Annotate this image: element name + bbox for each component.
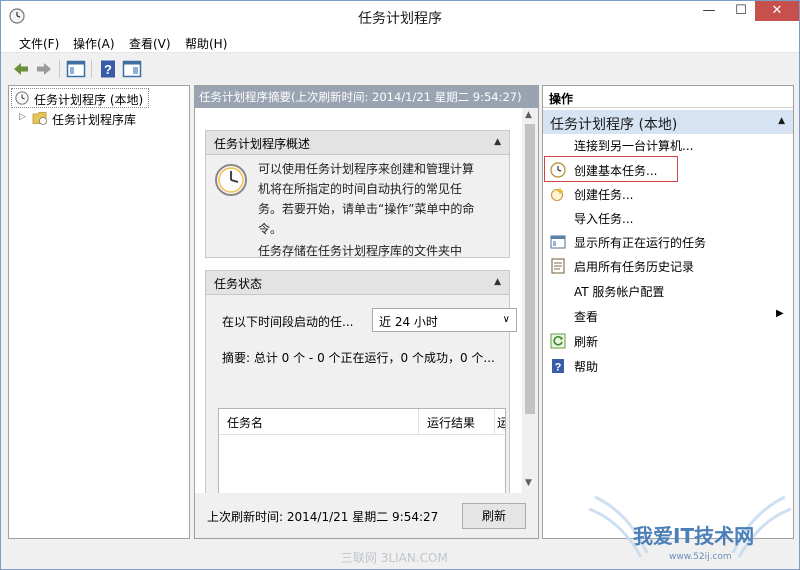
action-label: 启用所有任务历史记录 <box>574 260 695 274</box>
close-button[interactable]: ✕ <box>755 1 799 21</box>
tree-item-library[interactable]: ▷ 任务计划程序库 <box>19 109 179 129</box>
actions-pane: 操作 任务计划程序 (本地) ▲ 连接到另一台计算机... 创建基本任务... … <box>542 85 794 539</box>
summary-footer: 上次刷新时间: 2014/1/21 星期二 9:54:27 刷新 <box>195 493 538 538</box>
svg-text:?: ? <box>555 362 562 374</box>
clock-icon <box>215 164 247 196</box>
task-table: 任务名 运行结果 运 <box>218 408 506 500</box>
status-summary: 摘要: 总计 0 个 - 0 个正在运行，0 个成功，0 个... <box>222 351 495 365</box>
help-icon: ? <box>552 359 564 374</box>
action-import-task[interactable]: 导入任务... <box>543 206 793 230</box>
summary-body: 任务计划程序概述 ▲ 可以使用任务计划程序来创建和管理计算机将在所指定的时间自动… <box>195 108 522 500</box>
watermark-logo: 我爱IT技术网 www.52ij.com <box>588 495 792 562</box>
action-label: 刷新 <box>574 335 599 349</box>
back-arrow-icon[interactable] <box>11 59 31 79</box>
collapse-arrow-icon[interactable]: ▲ <box>778 116 785 126</box>
action-label: 帮助 <box>574 360 599 374</box>
watermark-logo-url: www.52ij.com <box>669 552 732 562</box>
new-task-icon <box>550 187 564 202</box>
menu-bar: 文件(F) 操作(A) 查看(V) 帮助(H) <box>1 31 799 53</box>
submenu-arrow-icon: ▶ <box>776 308 784 319</box>
summary-pane: 任务计划程序摘要(上次刷新时间: 2014/1/21 星期二 9:54:27) … <box>194 85 539 539</box>
overview-section: 任务计划程序概述 ▲ 可以使用任务计划程序来创建和管理计算机将在所指定的时间自动… <box>205 130 510 258</box>
clock-icon <box>15 91 29 105</box>
action-create-task[interactable]: 创建任务... <box>543 182 793 206</box>
history-log-icon <box>551 258 565 274</box>
status-section: 任务状态 ▲ 在以下时间段启动的任... 近 24 小时 ∨ 摘要: 总计 0 … <box>205 270 517 500</box>
minimize-button[interactable]: — <box>693 1 725 21</box>
action-enable-history[interactable]: 启用所有任务历史记录 <box>543 254 793 278</box>
scroll-thumb[interactable] <box>525 124 535 414</box>
summary-header: 任务计划程序摘要(上次刷新时间: 2014/1/21 星期二 9:54:27) <box>195 86 538 108</box>
actions-group-title: 任务计划程序 (本地) <box>550 117 678 133</box>
tree-item-root-label: 任务计划程序 (本地) <box>34 93 144 107</box>
maximize-button[interactable]: ☐ <box>725 1 757 21</box>
overview-text-more: 任务存储在任务计划程序库的文件夹中 <box>258 244 463 258</box>
action-label: 连接到另一台计算机... <box>574 139 694 153</box>
action-view-submenu[interactable]: 查看 ▶ <box>543 304 793 328</box>
scroll-down-icon[interactable]: ▼ <box>525 478 532 488</box>
action-label: AT 服务帐户配置 <box>574 285 665 299</box>
overview-header[interactable]: 任务计划程序概述 ▲ <box>206 131 509 155</box>
help-icon[interactable]: ? <box>98 59 118 79</box>
time-filter-select[interactable]: 近 24 小时 ∨ <box>372 308 517 332</box>
time-filter-value: 近 24 小时 <box>379 315 438 329</box>
forward-arrow-icon[interactable] <box>34 59 54 79</box>
show-tree-icon[interactable] <box>66 59 86 79</box>
status-header[interactable]: 任务状态 ▲ <box>206 271 509 295</box>
overview-title: 任务计划程序概述 <box>214 137 311 151</box>
column-run-result[interactable]: 运行结果 <box>419 409 495 435</box>
action-connect-computer[interactable]: 连接到另一台计算机... <box>543 133 793 157</box>
menu-view[interactable]: 查看(V) <box>129 35 171 52</box>
menu-action[interactable]: 操作(A) <box>73 35 115 52</box>
chevron-down-icon: ∨ <box>502 314 510 325</box>
refresh-icon <box>550 333 566 349</box>
menu-file[interactable]: 文件(F) <box>19 35 59 52</box>
svg-text:?: ? <box>104 62 112 77</box>
time-filter-label: 在以下时间段启动的任... <box>222 315 354 329</box>
toolbar: ? <box>1 54 799 84</box>
actions-group-header[interactable]: 任务计划程序 (本地) ▲ <box>543 110 793 134</box>
action-show-running[interactable]: 显示所有正在运行的任务 <box>543 230 793 254</box>
overview-text: 可以使用任务计划程序来创建和管理计算机将在所指定的时间自动执行的常见任务。若要开… <box>258 162 475 236</box>
status-title: 任务状态 <box>214 277 263 291</box>
action-refresh[interactable]: 刷新 <box>543 329 793 353</box>
refresh-button[interactable]: 刷新 <box>462 503 526 529</box>
highlight-box <box>544 156 678 182</box>
action-label: 导入任务... <box>574 212 634 226</box>
column-truncated[interactable]: 运 <box>495 409 505 435</box>
action-label: 显示所有正在运行的任务 <box>574 236 707 250</box>
main-window: 任务计划程序 — ☐ ✕ 文件(F) 操作(A) 查看(V) 帮助(H) ? 任… <box>0 0 800 570</box>
window-title: 任务计划程序 <box>358 11 442 27</box>
toolbar-separator <box>91 60 92 78</box>
action-label: 创建任务... <box>574 188 634 202</box>
action-at-service-config[interactable]: AT 服务帐户配置 <box>543 279 793 303</box>
scroll-up-icon[interactable]: ▲ <box>525 110 532 120</box>
title-bar: 任务计划程序 — ☐ ✕ <box>1 1 799 31</box>
tree-item-root[interactable]: 任务计划程序 (本地) <box>11 88 149 108</box>
menu-help[interactable]: 帮助(H) <box>185 35 227 52</box>
vertical-scrollbar[interactable]: ▲ ▼ <box>522 108 538 493</box>
collapse-arrow-icon[interactable]: ▲ <box>494 137 501 147</box>
actions-header: 操作 <box>543 86 793 108</box>
action-label: 查看 <box>574 310 599 324</box>
folder-clock-icon <box>32 112 47 125</box>
list-window-icon <box>550 235 566 249</box>
show-action-pane-icon[interactable] <box>122 59 142 79</box>
expand-arrow-icon[interactable]: ▷ <box>19 112 26 122</box>
watermark-logo-text: 我爱IT技术网 <box>633 524 754 548</box>
tree-item-library-label: 任务计划程序库 <box>52 113 137 127</box>
toolbar-separator <box>59 60 60 78</box>
collapse-arrow-icon[interactable]: ▲ <box>494 277 501 287</box>
action-help[interactable]: ? 帮助 <box>543 354 793 378</box>
last-refresh-text: 上次刷新时间: 2014/1/21 星期二 9:54:27 <box>207 510 439 524</box>
navigation-tree: 任务计划程序 (本地) ▷ 任务计划程序库 <box>8 85 190 539</box>
watermark-text: 三联网 3LIAN.COM <box>341 551 448 565</box>
column-task-name[interactable]: 任务名 <box>219 409 419 435</box>
